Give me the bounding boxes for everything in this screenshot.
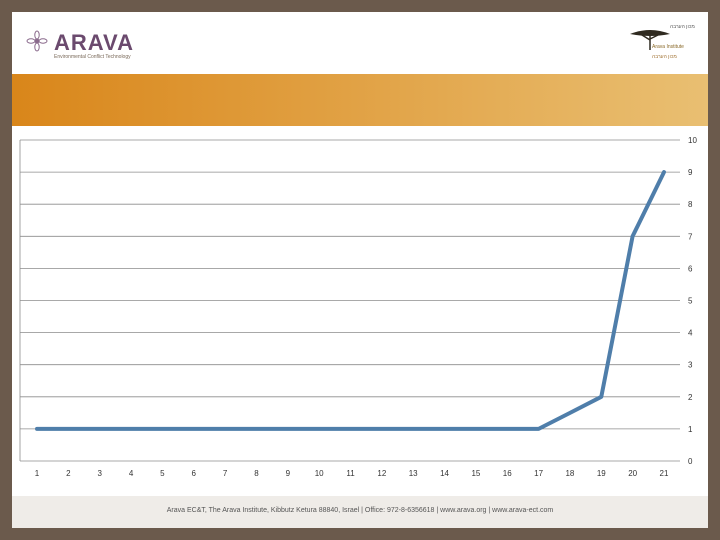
y-tick-label: 2 <box>688 393 693 402</box>
x-tick-label: 3 <box>97 469 102 478</box>
x-tick-label: 5 <box>160 469 165 478</box>
y-tick-label: 5 <box>688 297 693 306</box>
y-tick-label: 7 <box>688 232 693 241</box>
x-tick-label: 6 <box>192 469 197 478</box>
x-tick-label: 2 <box>66 469 71 478</box>
x-tick-label: 7 <box>223 469 228 478</box>
y-axis-ticks: 0 1 2 3 4 5 6 7 8 9 10 <box>688 136 697 466</box>
grid-lines <box>19 139 680 462</box>
x-tick-label: 17 <box>534 469 543 478</box>
x-tick-label: 19 <box>597 469 606 478</box>
x-tick-label: 18 <box>565 469 574 478</box>
y-tick-label: 4 <box>688 329 693 338</box>
x-tick-label: 9 <box>286 469 291 478</box>
y-tick-label: 3 <box>688 361 693 370</box>
y-tick-label: 0 <box>688 457 693 466</box>
x-axis-ticks: 1 2 3 4 5 6 7 8 9 10 11 12 13 14 15 16 17 18 19 20 21 <box>35 469 669 478</box>
x-tick-label: 16 <box>503 469 512 478</box>
x-tick-label: 15 <box>471 469 480 478</box>
y-tick-label: 10 <box>688 136 697 145</box>
x-tick-label: 13 <box>409 469 418 478</box>
x-tick-label: 1 <box>35 469 40 478</box>
x-tick-label: 12 <box>377 469 386 478</box>
y-tick-label: 9 <box>688 168 693 177</box>
x-tick-label: 10 <box>315 469 324 478</box>
x-tick-label: 21 <box>660 469 669 478</box>
line-chart: 012345678910 1 2 3 4 5 6 7 8 9 10 11 12 13 14 15 16 17 18… <box>19 136 697 478</box>
y-tick-label: 1 <box>688 425 693 434</box>
x-tick-label: 8 <box>254 469 259 478</box>
y-tick-label: 8 <box>688 200 693 209</box>
x-tick-label: 4 <box>129 469 134 478</box>
x-tick-label: 11 <box>346 469 355 478</box>
x-tick-label: 20 <box>628 469 637 478</box>
x-tick-label: 14 <box>440 469 449 478</box>
y-tick-label: 6 <box>688 264 693 273</box>
